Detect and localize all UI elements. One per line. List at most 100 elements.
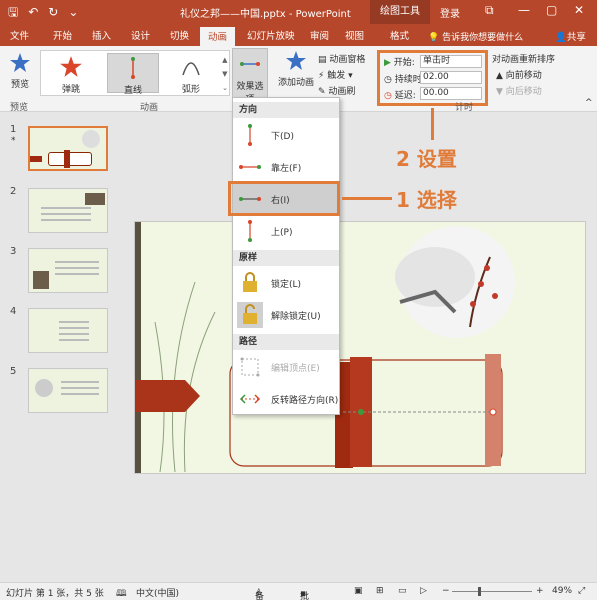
reverse-path-label: 反转路径方向(R) bbox=[271, 396, 339, 406]
slide-thumbnail-1[interactable] bbox=[28, 126, 108, 171]
add-animation-button[interactable]: 添加动画 bbox=[276, 50, 316, 88]
move-later-button[interactable]: ▼ 向后移动 bbox=[496, 84, 542, 97]
slide-thumbnail-3[interactable] bbox=[28, 248, 108, 293]
preview-button[interactable]: 预览 bbox=[6, 52, 34, 90]
annotation-connector-2 bbox=[431, 108, 434, 140]
start-label: 开始: bbox=[393, 58, 415, 68]
menu-item-edit-points[interactable]: 编辑顶点(E) bbox=[233, 352, 339, 382]
timing-group-label: 计时 bbox=[455, 103, 474, 113]
slide-number: 3 bbox=[10, 246, 17, 257]
tab-animations[interactable]: 动画 bbox=[200, 27, 236, 46]
bounce-star-icon bbox=[60, 56, 82, 77]
customize-icon[interactable]: ⌄ bbox=[68, 4, 78, 20]
move-earlier-label: 向前移动 bbox=[505, 71, 542, 81]
animation-pane-button[interactable]: ▤ 动画窗格 bbox=[318, 52, 365, 65]
zoom-out-icon[interactable]: − bbox=[442, 586, 450, 596]
collapse-ribbon-icon[interactable]: ^ bbox=[585, 98, 593, 108]
maximize-icon[interactable]: ▢ bbox=[546, 3, 557, 17]
preview-group-label: 预览 bbox=[10, 103, 29, 113]
move-earlier-button[interactable]: ▲ 向前移动 bbox=[496, 68, 542, 81]
fit-to-window-icon[interactable]: ⤢ bbox=[578, 586, 585, 596]
up-label: 上(P) bbox=[271, 228, 293, 238]
tab-design[interactable]: 设计 bbox=[131, 28, 150, 42]
comments-label: 批注 bbox=[300, 592, 310, 600]
tell-me-search[interactable]: 💡 告诉我你想要做什么 bbox=[428, 30, 523, 43]
menu-item-reverse-path[interactable]: 反转路径方向(R) bbox=[233, 384, 339, 414]
normal-view-icon[interactable]: ▣ bbox=[354, 586, 363, 596]
animation-painter-button[interactable]: ✎ 动画刷 bbox=[318, 84, 355, 97]
close-icon[interactable]: ✕ bbox=[574, 3, 584, 17]
title-bar: 🖫 ↶ ↻ ⌄ 礼仪之邦——中国.pptx - PowerPoint 绘图工具 … bbox=[0, 0, 597, 24]
ribbon-display-icon[interactable]: ⧉ bbox=[485, 3, 494, 18]
tab-review[interactable]: 审阅 bbox=[310, 28, 329, 42]
tab-format[interactable]: 格式 bbox=[390, 28, 409, 42]
annotation-connector-1 bbox=[342, 197, 392, 200]
gallery-scroll[interactable]: ▲ ▼ ⌄ bbox=[222, 53, 228, 95]
zoom-in-icon[interactable]: + bbox=[536, 586, 544, 596]
add-animation-label: 添加动画 bbox=[277, 78, 314, 88]
reading-view-icon[interactable]: ▭ bbox=[398, 586, 407, 596]
direction-header: 方向 bbox=[233, 102, 339, 118]
spellcheck-icon[interactable]: 🕮 bbox=[116, 586, 127, 600]
language-status[interactable]: 中文(中国) bbox=[136, 586, 179, 599]
edit-points-label: 编辑顶点(E) bbox=[271, 364, 320, 374]
animation-painter-label: 动画刷 bbox=[328, 87, 356, 97]
zoom-slider[interactable] bbox=[452, 591, 532, 592]
quick-access-toolbar: 🖫 ↶ ↻ ⌄ bbox=[8, 4, 78, 20]
tab-transitions[interactable]: 切换 bbox=[170, 28, 189, 42]
line-label: 直线 bbox=[123, 86, 142, 96]
slide-number: 4 bbox=[10, 306, 17, 317]
menu-item-up[interactable]: 上(P) bbox=[233, 216, 339, 246]
lock-label: 锁定(L) bbox=[271, 280, 302, 290]
share-button[interactable]: 👤共享 bbox=[555, 29, 586, 43]
tab-slideshow[interactable]: 幻灯片放映 bbox=[247, 28, 295, 42]
redo-icon[interactable]: ↻ bbox=[48, 4, 58, 20]
effect-options-button[interactable]: 效果选项 ⌄ bbox=[232, 48, 268, 115]
login-button[interactable]: 登录 bbox=[440, 5, 460, 20]
gallery-item-bounce[interactable]: 弹跳 bbox=[45, 53, 97, 95]
up-triangle-icon: ▲ bbox=[496, 71, 503, 81]
zoom-level[interactable]: 49% bbox=[552, 586, 572, 596]
save-icon[interactable]: 🖫 bbox=[8, 4, 18, 20]
timing-highlight-box: ▶ 开始: 单击时 ◷ 持续时间: 02.00 ◷ 延迟: 00.00 bbox=[377, 50, 488, 106]
slide-sorter-icon[interactable]: ⊞ bbox=[376, 586, 384, 596]
trigger-label: 触发 bbox=[327, 71, 346, 81]
gallery-item-line[interactable]: 直线 bbox=[107, 53, 159, 96]
tab-insert[interactable]: 插入 bbox=[92, 28, 111, 42]
slide-thumbnail-5[interactable] bbox=[28, 368, 108, 413]
add-animation-star-icon bbox=[286, 51, 306, 70]
direction-down-icon bbox=[248, 124, 252, 146]
menu-item-down[interactable]: 下(D) bbox=[233, 120, 339, 150]
slideshow-icon[interactable]: ▷ bbox=[420, 586, 427, 596]
delay-clock-icon: ◷ bbox=[384, 91, 392, 101]
tab-home[interactable]: 开始 bbox=[53, 28, 72, 42]
slide-number: 5 bbox=[10, 366, 17, 377]
slide-number: 1 bbox=[10, 124, 17, 135]
duration-input[interactable]: 02.00 bbox=[420, 71, 482, 84]
trigger-button[interactable]: ⚡ 触发 ▾ bbox=[318, 68, 353, 81]
slide-canvas[interactable] bbox=[134, 221, 586, 474]
minimize-icon[interactable]: — bbox=[518, 3, 530, 17]
slide-number: 2 bbox=[10, 186, 17, 197]
menu-item-unlock[interactable]: 解除锁定(U) bbox=[233, 300, 339, 330]
animation-marker-icon: * bbox=[11, 136, 16, 146]
menu-item-left[interactable]: 靠左(F) bbox=[233, 152, 339, 182]
play-icon: ▶ bbox=[384, 58, 391, 68]
gallery-item-arc[interactable]: 弧形 bbox=[165, 53, 217, 95]
reorder-title: 对动画重新排序 bbox=[492, 55, 556, 65]
animation-group-label: 动画 bbox=[140, 103, 159, 113]
tab-file[interactable]: 文件 bbox=[10, 28, 29, 42]
start-select[interactable]: 单击时 bbox=[420, 55, 482, 68]
direction-up-icon bbox=[248, 220, 252, 242]
delay-input[interactable]: 00.00 bbox=[420, 87, 482, 100]
delay-row: ◷ 延迟: bbox=[384, 88, 416, 101]
slide-artwork bbox=[135, 226, 515, 473]
tab-view[interactable]: 视图 bbox=[345, 28, 364, 42]
menu-item-lock[interactable]: 锁定(L) bbox=[233, 268, 339, 298]
undo-icon[interactable]: ↶ bbox=[28, 4, 38, 20]
brush-icon: ✎ bbox=[318, 87, 326, 97]
slide-thumbnail-2[interactable] bbox=[28, 188, 108, 233]
zoom-slider-thumb[interactable] bbox=[478, 587, 481, 596]
slide-thumbnail-4[interactable] bbox=[28, 308, 108, 353]
tell-me-text: 告诉我你想要做什么 bbox=[442, 33, 524, 43]
